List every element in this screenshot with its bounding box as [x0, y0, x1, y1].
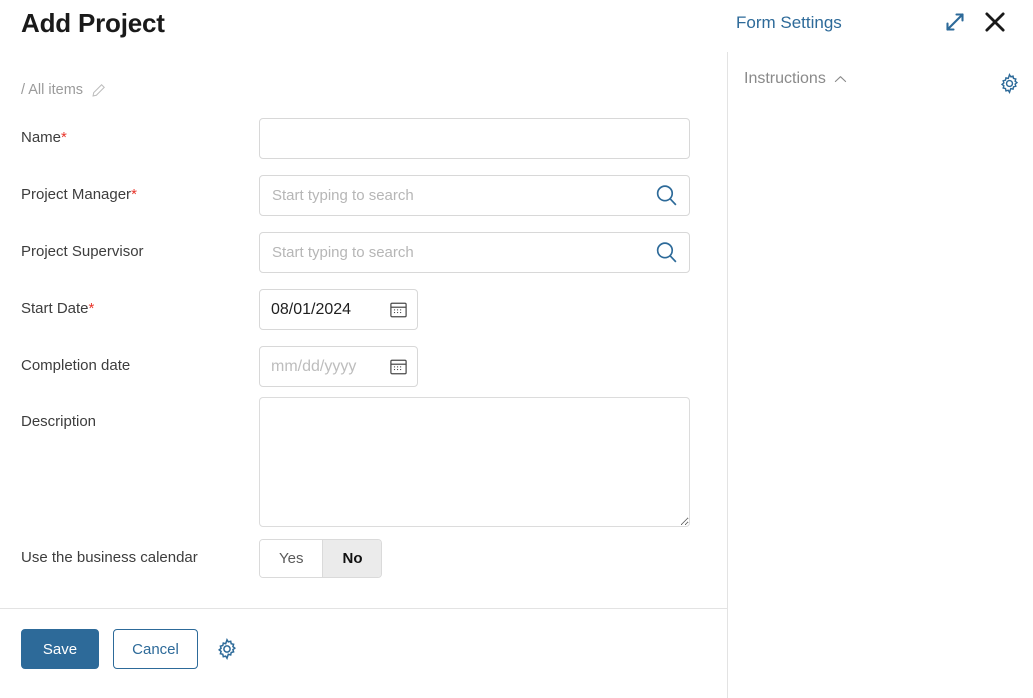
- control-description: [259, 397, 690, 527]
- required-asterisk: *: [88, 300, 95, 317]
- pencil-icon[interactable]: [91, 83, 106, 98]
- label-start-date: Start Date*: [21, 300, 95, 317]
- cancel-button[interactable]: Cancel: [113, 629, 198, 669]
- label-business-calendar: Use the business calendar: [21, 549, 198, 566]
- instructions-section-header[interactable]: Instructions: [744, 70, 847, 88]
- search-icon[interactable]: [654, 183, 679, 208]
- search-icon[interactable]: [654, 240, 679, 265]
- label-description: Description: [21, 413, 97, 430]
- form-settings-pane: Form Settings Instructions: [727, 0, 1033, 698]
- footer-divider: [0, 608, 727, 609]
- label-name: Name*: [21, 129, 67, 146]
- description-textarea[interactable]: [259, 397, 690, 527]
- expand-arrows-icon[interactable]: [943, 10, 967, 34]
- save-button[interactable]: Save: [21, 629, 99, 669]
- form-settings-title[interactable]: Form Settings: [736, 13, 842, 33]
- control-project-manager: [259, 175, 690, 216]
- breadcrumb-label: / All items: [21, 82, 84, 98]
- toggle-option-yes[interactable]: Yes: [260, 540, 323, 577]
- control-completion-date: [259, 346, 418, 387]
- control-project-supervisor: [259, 232, 690, 273]
- required-asterisk: *: [61, 129, 67, 146]
- control-name: [259, 118, 690, 159]
- business-calendar-toggle-group: Yes No: [259, 539, 383, 578]
- page-title: Add Project: [21, 8, 165, 38]
- label-project-supervisor: Project Supervisor: [21, 243, 144, 260]
- control-start-date: [259, 289, 418, 330]
- gear-icon[interactable]: [216, 638, 238, 660]
- gear-icon[interactable]: [999, 73, 1020, 94]
- breadcrumb: / All items: [21, 82, 106, 98]
- label-completion-date: Completion date: [21, 357, 131, 374]
- required-asterisk: *: [131, 186, 137, 203]
- settings-pane-divider: [727, 52, 728, 698]
- project-supervisor-input[interactable]: [259, 232, 690, 273]
- name-input[interactable]: [259, 118, 690, 159]
- control-business-calendar: Yes No: [259, 539, 383, 578]
- toggle-option-no[interactable]: No: [322, 540, 382, 577]
- footer-actions: Save Cancel: [21, 629, 238, 669]
- close-icon[interactable]: [981, 8, 1009, 36]
- add-project-form-pane: Add Project / All items Name* Project Ma…: [0, 0, 727, 698]
- project-manager-input[interactable]: [259, 175, 690, 216]
- chevron-up-icon[interactable]: [834, 75, 847, 84]
- calendar-icon[interactable]: [389, 300, 408, 319]
- instructions-label: Instructions: [744, 70, 826, 87]
- label-project-manager: Project Manager*: [21, 186, 137, 203]
- calendar-icon[interactable]: [389, 357, 408, 376]
